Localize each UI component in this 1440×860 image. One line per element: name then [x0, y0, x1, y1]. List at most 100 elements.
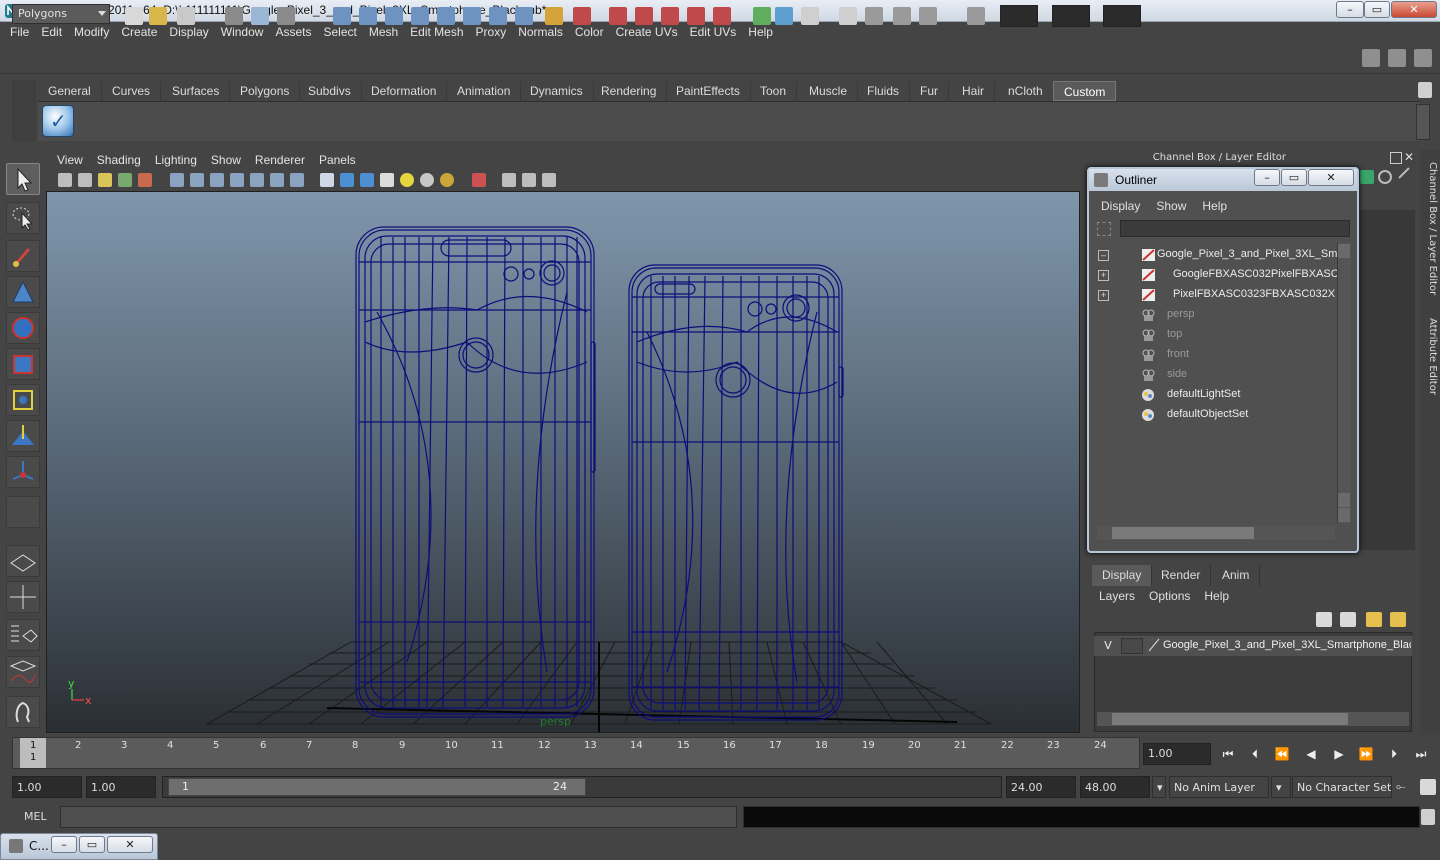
collapse-icon[interactable]: –	[1098, 250, 1109, 261]
textured-icon[interactable]	[380, 173, 394, 187]
maximize-button[interactable]: ▭	[79, 836, 105, 853]
rotate-tool-icon[interactable]	[6, 312, 40, 344]
channel-box-toggle-icon[interactable]	[1414, 49, 1432, 67]
smooth-shade-icon[interactable]	[340, 173, 354, 187]
grid-toggle-icon[interactable]	[170, 173, 184, 187]
shelf-tab-subdivs[interactable]: Subdivs	[298, 81, 362, 101]
close-panel-icon[interactable]: ✕	[1404, 150, 1418, 164]
menu-display[interactable]: Display	[163, 25, 214, 39]
grease-pencil-icon[interactable]	[138, 173, 152, 187]
menu-normals[interactable]: Normals	[512, 25, 569, 39]
x-field[interactable]	[1000, 5, 1038, 27]
anim-layer-select[interactable]: No Anim Layer	[1169, 776, 1269, 798]
animation-preferences-icon[interactable]	[1420, 779, 1436, 795]
outliner-row-set[interactable]: defaultLightSet	[1095, 385, 1337, 405]
shelf-tab-toon[interactable]: Toon	[750, 81, 798, 101]
default-lighting-icon[interactable]	[400, 173, 414, 187]
restore-button[interactable]: –	[51, 836, 77, 853]
minimize-button[interactable]: –	[1336, 1, 1364, 18]
select-object-icon[interactable]	[251, 7, 269, 25]
layer-tab-render[interactable]: Render	[1151, 565, 1212, 586]
layer-menu-help[interactable]: Help	[1197, 589, 1236, 603]
image-plane-icon[interactable]	[118, 173, 132, 187]
layer-scroll-thumb[interactable]	[1112, 713, 1348, 725]
select-component-icon[interactable]	[277, 7, 295, 25]
safe-action-icon[interactable]	[270, 173, 284, 187]
lock-selection-icon[interactable]	[545, 7, 563, 25]
command-language-label[interactable]: MEL	[8, 808, 58, 826]
step-forward-key-icon[interactable]: ⏩	[1357, 746, 1375, 762]
menu-edit-uvs[interactable]: Edit UVs	[684, 25, 743, 39]
viewport-menu-renderer[interactable]: Renderer	[248, 153, 312, 167]
graph-editor-layout-icon[interactable]	[6, 656, 40, 688]
camera-select-icon[interactable]	[58, 173, 72, 187]
current-frame-field[interactable]: 1.00	[1143, 743, 1211, 765]
outliner-vertical-scrollbar[interactable]	[1337, 243, 1351, 523]
isolate-select-icon[interactable]	[472, 173, 486, 187]
outliner-menu-help[interactable]: Help	[1194, 199, 1235, 213]
render-settings-icon[interactable]	[919, 7, 937, 25]
mask-faces-icon[interactable]	[411, 7, 429, 25]
shelf-tab-ncloth[interactable]: nCloth	[998, 81, 1054, 101]
close-button[interactable]: ✕	[107, 836, 153, 853]
menu-mesh[interactable]: Mesh	[363, 25, 404, 39]
tool-settings-toggle-icon[interactable]	[1388, 49, 1406, 67]
scale-tool-icon[interactable]	[6, 348, 40, 380]
shelf-tab-general[interactable]: General	[38, 81, 102, 101]
play-forwards-icon[interactable]: ▶	[1330, 746, 1348, 762]
wireframe-on-shaded-icon[interactable]	[360, 173, 374, 187]
scroll-up-arrow[interactable]	[1338, 493, 1350, 507]
select-hierarchy-icon[interactable]	[225, 7, 243, 25]
layer-visibility-toggle[interactable]: V	[1099, 636, 1117, 656]
layer-playback-toggle[interactable]	[1121, 638, 1143, 654]
channel-box-icon[interactable]	[1360, 170, 1374, 184]
manipulator-tool-icon[interactable]	[6, 384, 40, 416]
outliner-row-camera[interactable]: persp	[1095, 305, 1337, 325]
mask-misc-icon[interactable]	[515, 7, 533, 25]
range-slider-thumb[interactable]	[168, 778, 586, 796]
shelf-tab-animation[interactable]: Animation	[447, 81, 522, 101]
layer-editor-icon[interactable]	[1378, 170, 1392, 184]
mask-vertices-icon[interactable]	[359, 7, 377, 25]
checkmark-icon[interactable]	[42, 105, 74, 137]
y-field[interactable]	[1052, 5, 1090, 27]
side-tab-channel-box[interactable]: Channel Box / Layer Editor	[1422, 162, 1438, 295]
safe-title-icon[interactable]	[290, 173, 304, 187]
go-to-end-icon[interactable]: ⏭	[1412, 746, 1430, 762]
construction-history-icon[interactable]	[801, 7, 819, 25]
shelf-tab-rendering[interactable]: Rendering	[591, 81, 668, 101]
menu-assets[interactable]: Assets	[269, 25, 317, 39]
playback-end-field[interactable]: 24.00	[1006, 776, 1076, 798]
character-set-select[interactable]: No Character Set	[1292, 776, 1392, 798]
resolution-gate-icon[interactable]	[210, 173, 224, 187]
animation-end-field[interactable]: 48.00	[1080, 776, 1150, 798]
outliner-row-camera[interactable]: side	[1095, 365, 1337, 385]
shelf-tab-hair[interactable]: Hair	[952, 81, 996, 101]
play-backwards-icon[interactable]: ◀	[1302, 746, 1320, 762]
step-back-key-icon[interactable]: ⏪	[1273, 746, 1291, 762]
expand-icon[interactable]: +	[1098, 270, 1109, 281]
filter-icon[interactable]	[1097, 222, 1111, 236]
horizontal-scroll-thumb[interactable]	[1112, 527, 1254, 539]
menu-edit-mesh[interactable]: Edit Mesh	[404, 25, 469, 39]
camera-attributes-icon[interactable]	[78, 173, 92, 187]
ipr-render-icon[interactable]	[893, 7, 911, 25]
xray-icon[interactable]	[502, 173, 516, 187]
shelf-tab-custom[interactable]: Custom	[1053, 81, 1117, 101]
all-lights-icon[interactable]	[420, 173, 434, 187]
menu-edit[interactable]: Edit	[35, 25, 68, 39]
history-outputs-icon[interactable]	[775, 7, 793, 25]
wireframe-icon[interactable]	[320, 173, 334, 187]
shelf-tab-deformation[interactable]: Deformation	[361, 81, 448, 101]
snap-curve-icon[interactable]	[635, 7, 653, 25]
layer-menu-options[interactable]: Options	[1142, 589, 1197, 603]
menu-set-select[interactable]: Polygons	[12, 4, 110, 24]
single-perspective-layout-icon[interactable]	[6, 545, 40, 577]
outliner-close-button[interactable]: ✕	[1308, 169, 1354, 186]
mask-surfaces-icon[interactable]	[463, 7, 481, 25]
step-back-frame-icon[interactable]: ⏴	[1246, 746, 1264, 762]
create-empty-layer-icon[interactable]	[1366, 612, 1382, 627]
key-icon[interactable]: ⟜	[1396, 779, 1412, 795]
shadows-icon[interactable]	[440, 173, 454, 187]
shelf-tab-fluids[interactable]: Fluids	[857, 81, 911, 101]
